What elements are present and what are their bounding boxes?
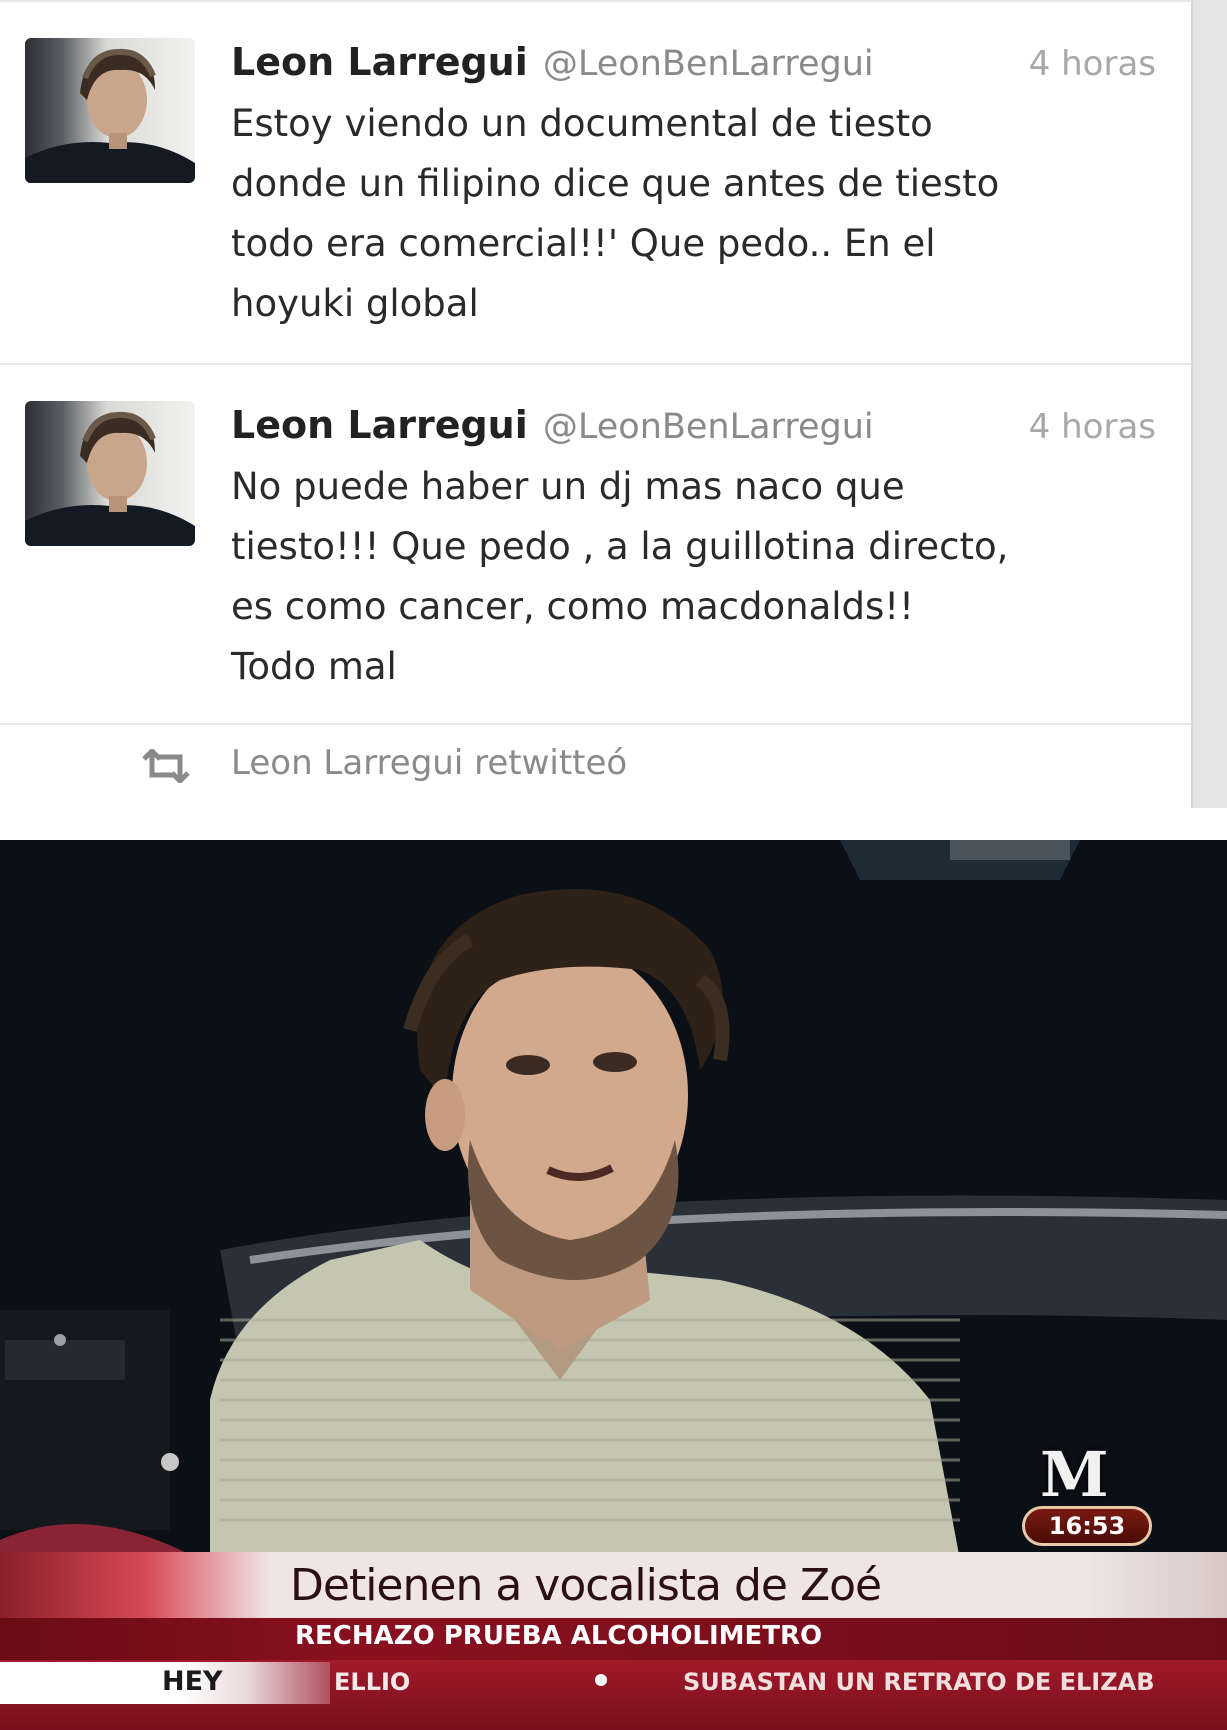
author-name[interactable]: Leon Larregui [231, 403, 528, 447]
ticker-brand: HEY [162, 1666, 223, 1697]
retweet-context[interactable]: Leon Larregui retwitteó [0, 727, 1191, 808]
scrollbar[interactable] [1191, 0, 1227, 808]
channel-logo: M [1040, 1438, 1109, 1511]
author-name[interactable]: Leon Larregui [231, 40, 528, 84]
news-subheadline: RECHAZO PRUEBA ALCOHOLIMETRO [295, 1621, 823, 1651]
avatar-photo [25, 411, 195, 546]
author-handle[interactable]: @LeonBenLarregui [543, 44, 874, 84]
ticker-item: SUBASTAN UN RETRATO DE ELIZAB [683, 1668, 1155, 1696]
tweet-header: Leon Larregui @LeonBenLarregui 4 horas [231, 403, 1156, 451]
tweet-text: Estoy viendo un documental de tiesto don… [231, 102, 1000, 325]
tweet-timestamp[interactable]: 4 horas [1029, 44, 1156, 84]
ticker-item: ELLIO [334, 1668, 411, 1696]
tweet[interactable]: Leon Larregui @LeonBenLarregui 4 horas E… [0, 2, 1191, 365]
tweet-text: No puede haber un dj mas naco que tiesto… [231, 465, 1009, 688]
tweet-header: Leon Larregui @LeonBenLarregui 4 horas [231, 40, 1156, 88]
avatar-photo [25, 48, 195, 183]
tweet[interactable]: Leon Larregui @LeonBenLarregui 4 horas N… [0, 365, 1191, 725]
twitter-timeline: Leon Larregui @LeonBenLarregui 4 horas E… [0, 0, 1227, 808]
broadcast-clock: 16:53 [1022, 1506, 1152, 1546]
tweet-timestamp[interactable]: 4 horas [1029, 407, 1156, 447]
avatar[interactable] [25, 401, 195, 546]
avatar[interactable] [25, 38, 195, 183]
ticker-separator [595, 1674, 607, 1686]
news-headline: Detienen a vocalista de Zoé [290, 1560, 882, 1611]
retweet-label[interactable]: Leon Larregui retwitteó [231, 743, 627, 783]
tv-news-frame: M 16:53 Detienen a vocalista de Zoé RECH… [0, 840, 1227, 1730]
author-handle[interactable]: @LeonBenLarregui [543, 407, 874, 447]
retweet-icon [142, 749, 190, 783]
